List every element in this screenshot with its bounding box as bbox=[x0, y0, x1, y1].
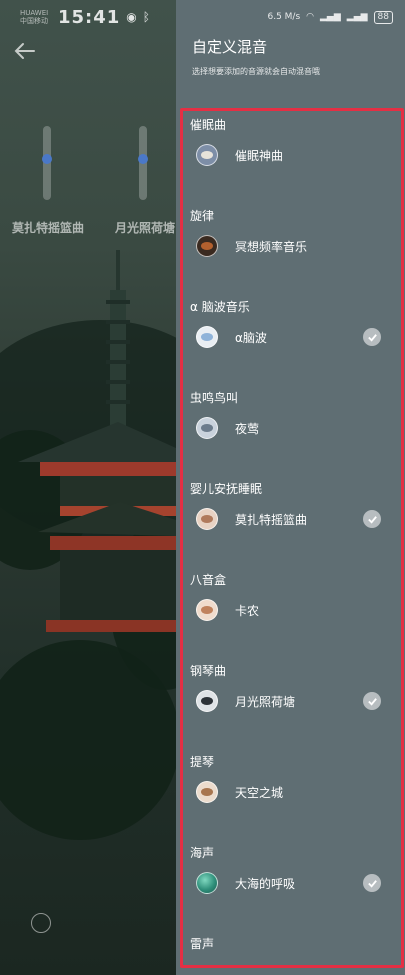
volume-slider-1[interactable] bbox=[42, 126, 52, 200]
background-scene bbox=[0, 0, 176, 975]
sound-item[interactable]: 月光照荷塘 bbox=[196, 687, 391, 715]
sound-item[interactable]: 卡农 bbox=[196, 596, 391, 624]
signal-icon: ▂▄▆ bbox=[320, 12, 341, 22]
sound-name: 冥想频率音乐 bbox=[235, 239, 308, 254]
section-title: 提琴 bbox=[190, 755, 215, 769]
sound-thumbnail-icon bbox=[196, 326, 218, 348]
sound-thumbnail-icon bbox=[196, 508, 218, 530]
signal-icon-2: ▂▄▆ bbox=[346, 12, 368, 22]
battery-indicator: 88 bbox=[373, 10, 393, 24]
sound-section: 婴儿安抚睡眠 莫扎特摇篮曲 bbox=[176, 474, 405, 565]
section-title: 钢琴曲 bbox=[190, 664, 227, 678]
carrier-label: HUAWEI 中国移动 bbox=[20, 9, 52, 25]
volume-slider-2[interactable] bbox=[138, 126, 148, 200]
sound-section: 海声 大海的呼吸 bbox=[176, 838, 405, 929]
sound-section: 雷声 bbox=[176, 929, 405, 975]
sound-section: 虫鸣鸟叫 夜莺 bbox=[176, 383, 405, 474]
slider-knob[interactable] bbox=[138, 154, 148, 164]
section-title: 旋律 bbox=[190, 209, 215, 223]
sound-thumbnail-icon bbox=[196, 690, 218, 712]
sound-name: 夜莺 bbox=[235, 421, 260, 436]
section-title: 婴儿安抚睡眠 bbox=[190, 482, 263, 496]
sound-thumbnail-icon bbox=[196, 235, 218, 257]
sound-name: 月光照荷塘 bbox=[235, 694, 296, 709]
sound-thumbnail-icon bbox=[196, 781, 218, 803]
sound-section: α 脑波音乐 α脑波 bbox=[176, 292, 405, 383]
panel-subtitle: 选择想要添加的音源就会自动混音哦 bbox=[192, 67, 320, 76]
clock: 15:41 bbox=[58, 6, 121, 28]
sound-name: 催眠神曲 bbox=[235, 148, 284, 163]
pagoda-illustration bbox=[18, 250, 176, 632]
slider-label: 莫扎特摇篮曲 bbox=[12, 221, 85, 235]
sound-item[interactable]: 莫扎特摇篮曲 bbox=[196, 505, 391, 533]
slider-knob[interactable] bbox=[42, 154, 52, 164]
wifi-icon: ◠ bbox=[306, 12, 315, 22]
section-title: 催眠曲 bbox=[190, 118, 227, 132]
back-arrow-icon[interactable] bbox=[12, 38, 38, 64]
network-speed: 6.5 M/s bbox=[267, 12, 301, 22]
carrier-name: HUAWEI bbox=[20, 9, 49, 17]
sound-section: 旋律 冥想频率音乐 bbox=[176, 201, 405, 292]
section-title: α 脑波音乐 bbox=[190, 300, 250, 314]
sound-name: α脑波 bbox=[235, 330, 267, 345]
sound-section: 八音盒 卡农 bbox=[176, 565, 405, 656]
sound-name: 莫扎特摇篮曲 bbox=[235, 512, 308, 527]
sound-item[interactable]: 夜莺 bbox=[196, 414, 391, 442]
timer-icon[interactable] bbox=[31, 913, 51, 933]
carrier-operator: 中国移动 bbox=[20, 17, 48, 25]
checkmark-icon[interactable] bbox=[363, 510, 381, 528]
status-bar: HUAWEI 中国移动 15:41 ◉ ᛒ 6.5 M/s ◠ ▂▄▆ ▂▄▆ … bbox=[0, 0, 405, 34]
sound-thumbnail-icon bbox=[196, 417, 218, 439]
sound-name: 大海的呼吸 bbox=[235, 876, 296, 891]
sound-name: 卡农 bbox=[235, 603, 260, 618]
sound-thumbnail-icon bbox=[196, 144, 218, 166]
slider-label: 月光照荷塘 bbox=[115, 221, 176, 235]
checkmark-icon[interactable] bbox=[363, 692, 381, 710]
bluetooth-icon: ᛒ bbox=[142, 10, 150, 24]
sound-item[interactable]: 催眠神曲 bbox=[196, 141, 391, 169]
sound-item[interactable]: α脑波 bbox=[196, 323, 391, 351]
eye-icon: ◉ bbox=[126, 10, 137, 24]
checkmark-icon[interactable] bbox=[363, 874, 381, 892]
section-title: 虫鸣鸟叫 bbox=[190, 391, 239, 405]
section-title: 雷声 bbox=[190, 937, 215, 951]
section-title: 八音盒 bbox=[190, 573, 227, 587]
sound-name: 天空之城 bbox=[235, 785, 284, 800]
sound-thumbnail-icon bbox=[196, 872, 218, 894]
sound-section: 催眠曲 催眠神曲 bbox=[176, 110, 405, 201]
sound-list: 催眠曲 催眠神曲 旋律 冥想频率音乐 α 脑波音乐 α脑波 虫鸣鸟叫 夜莺 婴儿… bbox=[176, 110, 405, 975]
checkmark-icon[interactable] bbox=[363, 328, 381, 346]
sound-section: 提琴 天空之城 bbox=[176, 747, 405, 838]
sound-thumbnail-icon bbox=[196, 599, 218, 621]
sound-item[interactable]: 冥想频率音乐 bbox=[196, 232, 391, 260]
sound-item[interactable]: 大海的呼吸 bbox=[196, 869, 391, 897]
sound-section: 钢琴曲 月光照荷塘 bbox=[176, 656, 405, 747]
sound-item[interactable]: 天空之城 bbox=[196, 778, 391, 806]
section-title: 海声 bbox=[190, 846, 215, 860]
panel-title: 自定义混音 bbox=[192, 38, 268, 56]
